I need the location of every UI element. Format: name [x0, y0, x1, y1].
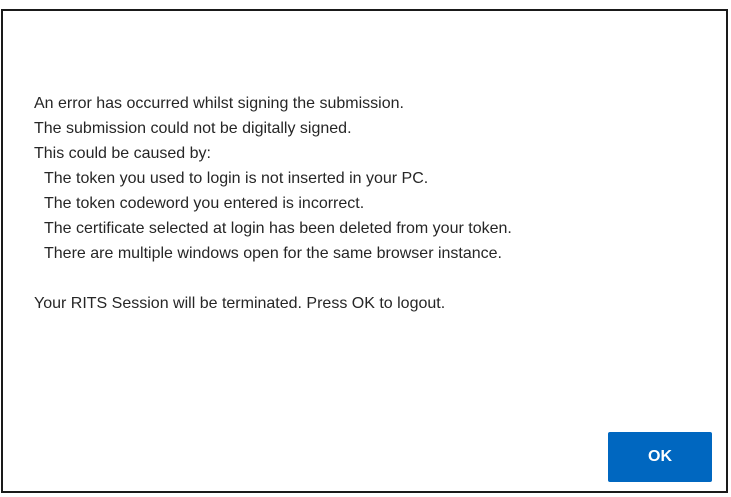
error-line-1: An error has occurred whilst signing the… [34, 95, 404, 112]
cause-item-certificate-deleted: The certificate selected at login has be… [44, 220, 512, 237]
cause-item-token-not-inserted: The token you used to login is not inser… [44, 170, 429, 187]
error-dialog: An error has occurred whilst signing the… [1, 9, 728, 493]
cause-item-multiple-windows: There are multiple windows open for the … [44, 245, 502, 262]
error-line-2: The submission could not be digitally si… [34, 120, 352, 137]
error-line-3: This could be caused by: [34, 145, 211, 162]
error-message: An error has occurred whilst signing the… [34, 91, 512, 316]
cause-item-codeword-incorrect: The token codeword you entered is incorr… [44, 195, 365, 212]
ok-button[interactable]: OK [608, 432, 712, 482]
session-terminated-text: Your RITS Session will be terminated. Pr… [34, 295, 446, 312]
